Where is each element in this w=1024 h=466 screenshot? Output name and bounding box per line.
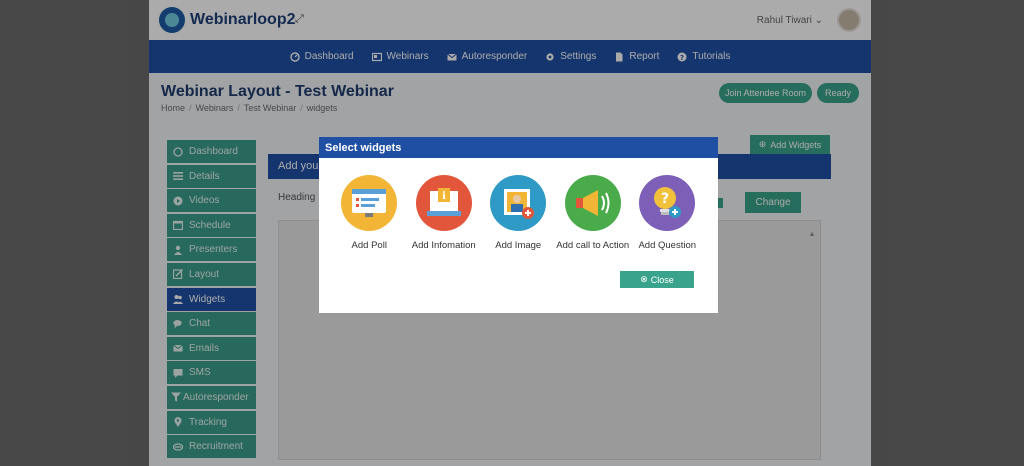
widget-options: Add Poll i Add Infomation Add Image Add … [332,175,712,251]
svg-text:?: ? [661,191,669,207]
close-icon: ⊗ [640,274,648,284]
add-image-option[interactable]: Add Image [481,175,556,251]
modal-title: Select widgets [319,137,718,158]
widget-label: Add Question [638,240,697,251]
widget-label: Add Poll [351,240,387,251]
widget-label: Add call to Action [556,240,630,251]
select-widgets-modal: Select widgets Add Poll i Add Infomation… [319,137,718,313]
add-call-to-action-option[interactable]: Add call to Action [556,175,631,251]
info-icon: i [415,175,472,231]
question-icon: ? [639,175,696,231]
megaphone-icon [564,175,621,231]
close-label: Close [650,274,674,285]
widget-label: Add Infomation [411,240,476,251]
svg-text:i: i [442,191,446,202]
poll-icon [341,175,398,231]
add-question-option[interactable]: ? Add Question [630,175,705,251]
image-icon [490,175,547,231]
widget-label: Add Image [495,240,542,251]
add-information-option[interactable]: i Add Infomation [407,175,482,251]
close-button[interactable]: ⊗ Close [620,271,694,288]
add-poll-option[interactable]: Add Poll [332,175,407,251]
